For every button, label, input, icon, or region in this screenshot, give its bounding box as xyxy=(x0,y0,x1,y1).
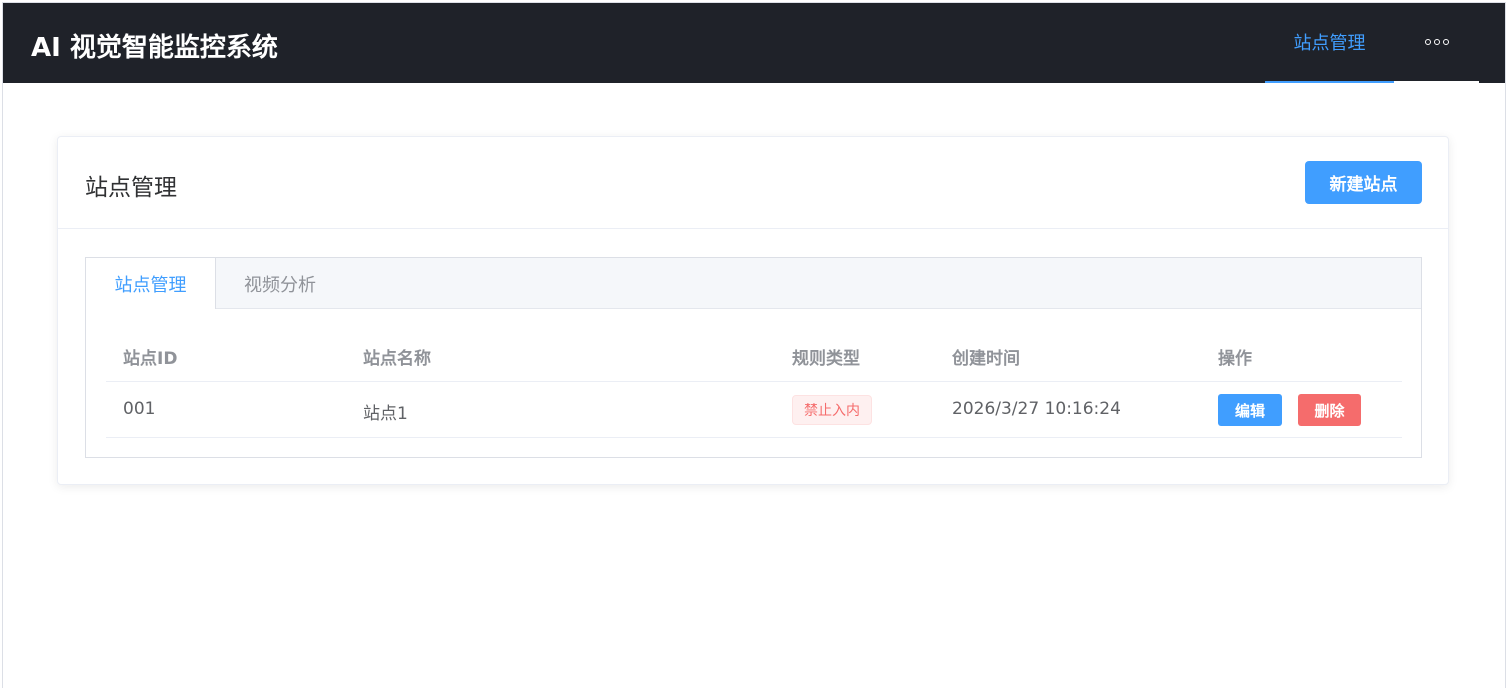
table-header: 站点ID 站点名称 规则类型 创建时间 操作 xyxy=(106,330,1402,382)
column-header-site-id: 站点ID xyxy=(123,349,178,369)
app-title: AI 视觉智能监控系统 xyxy=(31,33,278,63)
tabs-header: 站点管理 视频分析 xyxy=(86,258,1421,309)
new-site-button[interactable]: 新建站点 xyxy=(1305,161,1422,204)
column-header-actions: 操作 xyxy=(1218,349,1252,369)
rule-type-tag: 禁止入内 xyxy=(792,395,872,425)
nav-more-menu[interactable] xyxy=(1394,3,1479,83)
site-management-card: 站点管理 新建站点 站点管理 视频分析 站点ID 站点名称 规则类型 创建时间 … xyxy=(57,136,1449,485)
tab-video-analysis[interactable]: 视频分析 xyxy=(216,258,344,309)
cell-site-name: 站点1 xyxy=(363,404,408,424)
column-header-site-name: 站点名称 xyxy=(363,349,431,369)
cell-created-at: 2026/3/27 10:16:24 xyxy=(952,399,1121,419)
top-navbar: AI 视觉智能监控系统 站点管理 xyxy=(3,3,1505,83)
column-header-rule-type: 规则类型 xyxy=(792,349,860,369)
edit-button[interactable]: 编辑 xyxy=(1218,394,1282,426)
table-row: 001 站点1 禁止入内 2026/3/27 10:16:24 编辑 删除 xyxy=(106,382,1402,438)
more-horizontal-icon xyxy=(1424,39,1449,45)
card-title: 站点管理 xyxy=(85,175,177,201)
delete-button[interactable]: 删除 xyxy=(1298,394,1361,426)
cell-site-id: 001 xyxy=(123,399,156,419)
tab-site-management[interactable]: 站点管理 xyxy=(86,258,216,309)
tabs-container: 站点管理 视频分析 站点ID 站点名称 规则类型 创建时间 操作 001 站点1… xyxy=(85,257,1422,458)
column-header-created-at: 创建时间 xyxy=(952,349,1020,369)
nav-item-site-management[interactable]: 站点管理 xyxy=(1265,3,1394,83)
card-header: 站点管理 新建站点 xyxy=(58,137,1448,229)
